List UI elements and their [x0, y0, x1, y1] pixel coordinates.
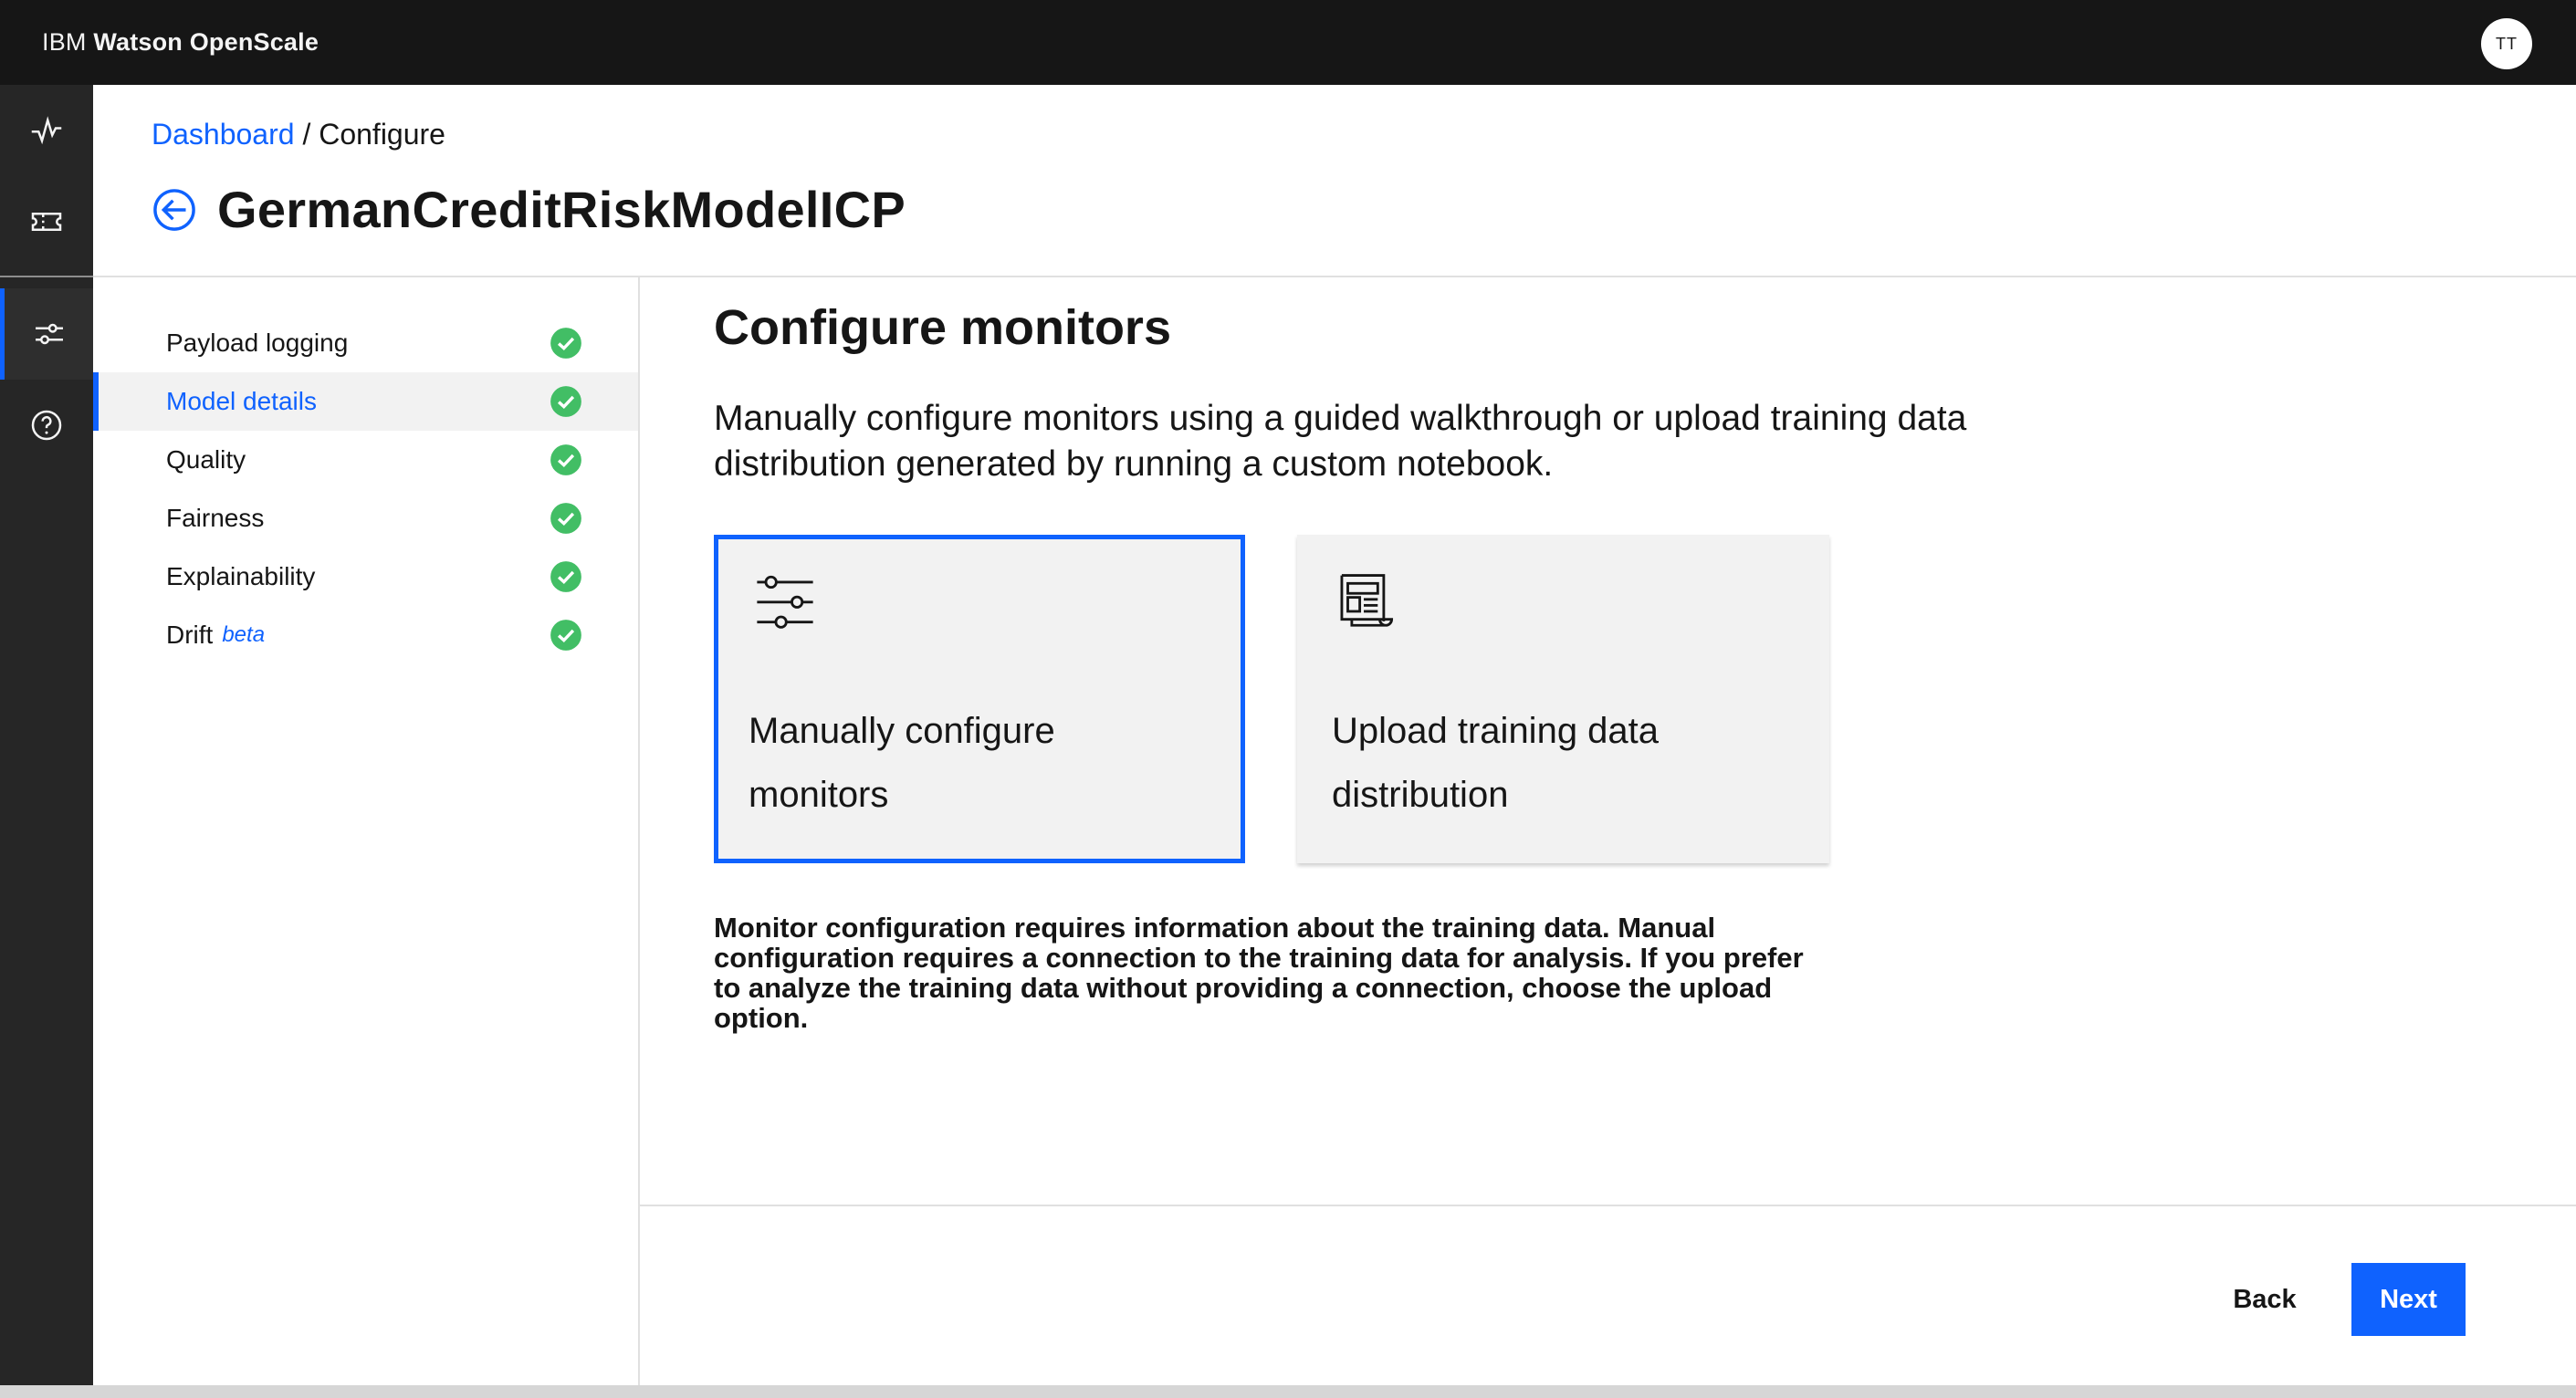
step-explainability[interactable]: Explainability: [93, 548, 638, 606]
section-title: Configure monitors: [714, 300, 1171, 355]
section-description: Manually configure monitors using a guid…: [714, 399, 1967, 484]
configuration-steps: Payload logging Model details Quality Fa…: [93, 277, 640, 1398]
next-button[interactable]: Next: [2351, 1263, 2466, 1336]
step-label: Quality: [166, 445, 246, 474]
brand-prefix: IBM: [42, 28, 94, 56]
breadcrumb-current: Configure: [319, 118, 445, 151]
brand-name: Watson OpenScale: [93, 28, 319, 56]
sliders-icon: [757, 575, 813, 629]
checkmark-filled-icon: [550, 328, 581, 359]
page-title: GermanCreditRiskModelICP: [217, 181, 906, 238]
step-fairness[interactable]: Fairness: [93, 489, 638, 548]
breadcrumb: Dashboard / Configure: [152, 118, 445, 151]
rail-divider: [0, 276, 93, 277]
window-bottom-edge: [0, 1385, 2576, 1398]
step-label: Fairness: [166, 504, 265, 532]
checkmark-filled-icon: [550, 620, 581, 651]
rail-item-insights[interactable]: [0, 85, 93, 176]
brand-logo[interactable]: IBM Watson OpenScale: [42, 28, 319, 57]
help-icon: [31, 410, 62, 441]
arrow-left-circle-icon[interactable]: [152, 187, 197, 233]
tile-upload-training-data[interactable]: Upload training data distribution: [1297, 535, 1829, 863]
breadcrumb-dashboard-link[interactable]: Dashboard: [152, 118, 295, 151]
title-row: GermanCreditRiskModelICP: [152, 180, 906, 239]
beta-badge: beta: [222, 622, 266, 647]
checkmark-filled-icon: [550, 561, 581, 592]
checkmark-filled-icon: [550, 503, 581, 534]
back-button[interactable]: Back: [2210, 1263, 2319, 1336]
main-content: Configure monitors Manually configure mo…: [640, 277, 2576, 1205]
step-label: Model details: [166, 387, 317, 415]
rail-item-configure[interactable]: [0, 288, 93, 380]
rail-item-help[interactable]: [0, 380, 93, 471]
rail-item-explain[interactable]: [0, 176, 93, 267]
top-header: IBM Watson OpenScale TT: [0, 0, 2576, 85]
tile-manually-configure[interactable]: Manually configure monitors: [714, 535, 1245, 863]
step-model-details[interactable]: Model details: [93, 372, 638, 431]
breadcrumb-separator: /: [294, 118, 319, 151]
step-label: Payload logging: [166, 329, 349, 357]
checkmark-filled-icon: [550, 444, 581, 475]
ticket-icon: [31, 213, 62, 231]
app-window: IBM Watson OpenScale TT Dashboard / Conf…: [0, 0, 2576, 1398]
step-drift[interactable]: Drift beta: [93, 606, 638, 664]
document-icon: [1340, 574, 1394, 627]
configuration-note: Monitor configuration requires informati…: [714, 912, 1804, 1034]
settings-adjust-icon: [35, 323, 63, 345]
tile-label: Manually configure monitors: [749, 711, 1055, 815]
step-payload-logging[interactable]: Payload logging: [93, 314, 638, 372]
checkmark-filled-icon: [550, 386, 581, 417]
page-header: Dashboard / Configure GermanCreditRiskMo…: [93, 85, 2576, 277]
step-label: Explainability: [166, 562, 316, 590]
tile-label: Upload training data distribution: [1332, 711, 1660, 815]
user-avatar[interactable]: TT: [2481, 18, 2532, 69]
footer-actions: Back Next: [640, 1205, 2576, 1398]
activity-icon: [31, 116, 62, 145]
left-nav-rail: [0, 85, 93, 1398]
user-initials: TT: [2496, 34, 2518, 53]
step-label: Drift: [166, 621, 214, 649]
step-quality[interactable]: Quality: [93, 431, 638, 489]
